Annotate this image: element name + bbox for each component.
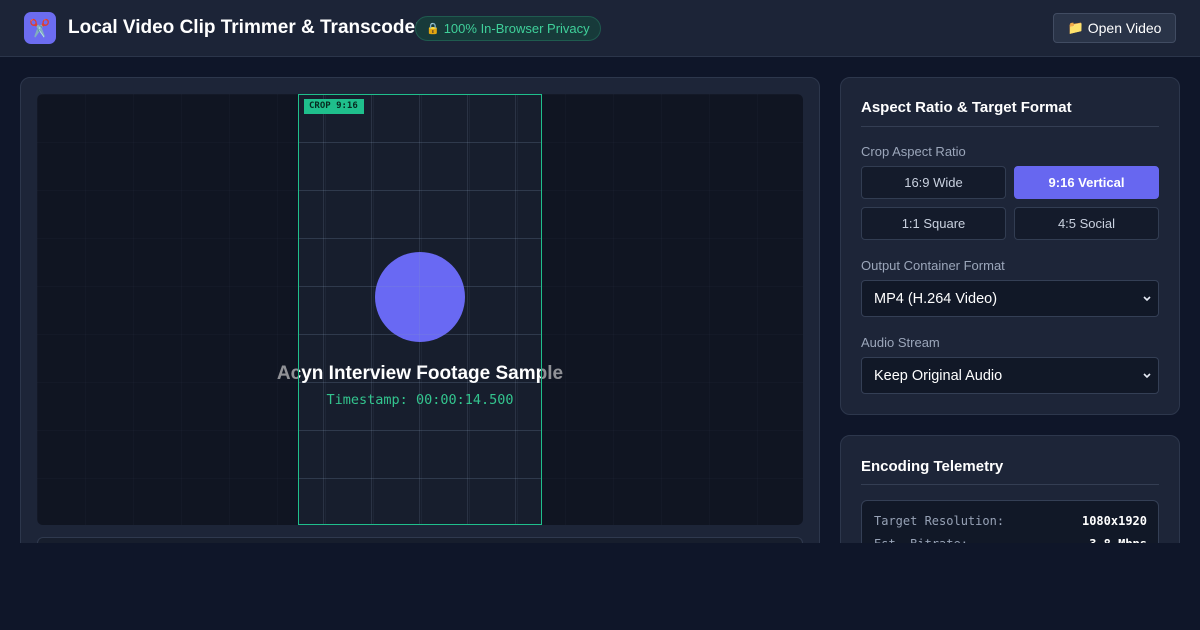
aspect-format-title: Aspect Ratio & Target Format [861,99,1072,116]
timestamp-value: 00:00:14.500 [415,392,514,408]
lock-icon: 🔒 [426,23,440,35]
folder-icon: 📁 [1067,20,1084,35]
card-divider [861,126,1159,127]
audio-stream-label: Audio Stream [861,335,940,350]
timestamp-label: Timestamp: [326,392,408,408]
container-format-label: Output Container Format [861,258,1005,273]
chevron-down-icon [1143,373,1151,379]
telemetry-row: Target Resolution: 1080x1920 [874,514,1147,532]
video-viewport: Acyn Interview Footage Sample CROP 9:16 … [37,94,803,525]
crop-mask-left [37,94,298,525]
chevron-down-icon [1143,296,1151,302]
aspect-format-card: Aspect Ratio & Target Format Crop Aspect… [840,77,1180,415]
card-divider [861,484,1159,485]
app-title: Local Video Clip Trimmer & Transcoder [68,17,423,38]
ratio-9-16-label: 9:16 Vertical [1048,175,1125,190]
ratio-1-1-button[interactable]: 1:1 Square [861,207,1006,240]
ratio-16-9-button[interactable]: 16:9 Wide [861,166,1006,199]
telemetry-title: Encoding Telemetry [861,458,1004,475]
container-format-value: MP4 (H.264 Video) [874,290,998,307]
open-video-button[interactable]: 📁 Open Video [1053,13,1176,43]
crop-ratio-label: Crop Aspect Ratio [861,144,966,159]
top-bar: ✂️ Local Video Clip Trimmer & Transcoder… [0,0,1200,57]
audio-stream-value: Keep Original Audio [874,367,1003,384]
ratio-16-9-label: 16:9 Wide [904,175,963,190]
container-format-select[interactable]: MP4 (H.264 Video) [861,280,1159,317]
crop-ratio-tag: CROP 9:16 [304,99,364,114]
privacy-badge-label: 100% In-Browser Privacy [443,21,590,36]
telemetry-key: Target Resolution: [874,514,1005,528]
timestamp-readout: Timestamp: 00:00:14.500 [37,392,803,408]
telemetry-value: 1080x1920 [1081,514,1147,528]
ratio-4-5-label: 4:5 Social [1057,216,1116,231]
privacy-badge: 🔒 100% In-Browser Privacy [415,16,601,41]
ratio-1-1-label: 1:1 Square [901,216,966,231]
crop-mask-right [542,94,803,525]
scissors-icon: ✂️ [24,12,56,44]
ratio-9-16-button[interactable]: 9:16 Vertical [1014,166,1159,199]
audio-stream-select[interactable]: Keep Original Audio [861,357,1159,394]
crop-frame[interactable]: CROP 9:16 [298,94,542,525]
page-bottom-area [0,543,1200,630]
open-video-label: Open Video [1087,20,1162,36]
ratio-4-5-button[interactable]: 4:5 Social [1014,207,1159,240]
